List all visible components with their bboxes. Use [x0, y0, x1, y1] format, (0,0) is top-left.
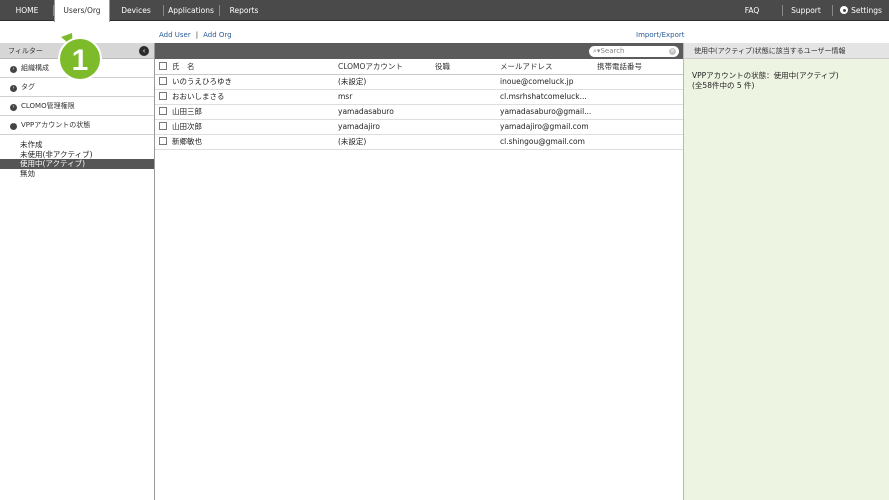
add-user-link[interactable]: Add User: [159, 31, 191, 39]
cell-name: 山田三郎: [172, 104, 338, 120]
cell-role: [435, 134, 500, 150]
cell-account: yamadasaburo: [338, 104, 435, 120]
row-checkbox[interactable]: [159, 92, 167, 100]
filter-option-disabled[interactable]: 無効: [0, 169, 154, 179]
cell-email: inoue@comeluck.jp: [500, 74, 597, 90]
nav-faq[interactable]: FAQ: [736, 0, 768, 21]
nav-applications[interactable]: Applications: [164, 0, 218, 21]
column-header-name[interactable]: 氏 名: [172, 59, 338, 75]
nav-settings[interactable]: Settings: [838, 0, 884, 21]
cell-phone: [597, 134, 683, 150]
cell-phone: [597, 74, 683, 90]
callout-number: 1: [72, 44, 89, 77]
select-all-checkbox[interactable]: [159, 61, 167, 70]
search-input[interactable]: ⌕▾Search ×: [589, 46, 679, 57]
cell-phone: [597, 89, 683, 105]
callout-pin-icon: 1: [58, 33, 102, 81]
filter-group-label: VPPアカウントの状態: [21, 121, 91, 129]
cell-role: [435, 104, 500, 120]
row-checkbox[interactable]: [159, 107, 167, 115]
nav-support[interactable]: Support: [785, 0, 827, 21]
search-placeholder: Search: [600, 47, 625, 55]
collapse-arrow-icon: ˇ: [10, 123, 17, 130]
step-callout-badge: 1: [53, 31, 103, 83]
cell-email: cl.shingou@gmail.com: [500, 134, 597, 150]
cell-account: (未設定): [338, 134, 435, 150]
nav-separator: [782, 5, 783, 16]
cell-account: (未設定): [338, 74, 435, 90]
table-row[interactable]: 山田次郎 yamadajiro yamadajiro@gmail.com: [155, 119, 683, 135]
nav-devices[interactable]: Devices: [112, 0, 160, 21]
expand-arrow-icon: ›: [10, 66, 17, 73]
filter-group-permission[interactable]: › CLOMO管理権限: [0, 97, 154, 116]
table-row[interactable]: いのうえひろゆき (未設定) inoue@comeluck.jp: [155, 74, 683, 90]
detail-panel-header: 使用中(アクティブ)状態に該当するユーザー情報: [684, 43, 889, 59]
nav-users-org[interactable]: Users/Org: [54, 0, 110, 22]
cell-account: yamadajiro: [338, 119, 435, 135]
row-checkbox[interactable]: [159, 77, 167, 85]
filter-sidebar: フィルター ‹ › 組織構成 › タグ › CLOMO管理権限 ˇ VPPアカウントの状…: [0, 43, 155, 500]
cell-name: いのうえひろゆき: [172, 74, 338, 90]
table-header-row: 氏 名 CLOMOアカウント 役職 メールアドレス 携帯電話番号: [155, 59, 683, 75]
row-checkbox[interactable]: [159, 122, 167, 130]
filter-option-not-created[interactable]: 未作成: [0, 140, 154, 150]
clear-search-icon[interactable]: ×: [669, 48, 676, 55]
cell-name: 山田次郎: [172, 119, 338, 135]
link-separator: |: [195, 31, 199, 39]
detail-panel-body: VPPアカウントの状態：使用中(アクティブ) (全58件中の 5 件): [684, 59, 889, 103]
filter-group-label: 組織構成: [21, 64, 49, 72]
expand-arrow-icon: ›: [10, 104, 17, 111]
vpp-status-summary: VPPアカウントの状態：使用中(アクティブ): [692, 71, 839, 80]
add-org-link[interactable]: Add Org: [203, 31, 232, 39]
cell-email: yamadajiro@gmail.com: [500, 119, 597, 135]
cell-role: [435, 89, 500, 105]
nav-settings-label: Settings: [851, 6, 882, 15]
cell-account: msr: [338, 89, 435, 105]
expand-arrow-icon: ›: [10, 85, 17, 92]
row-checkbox[interactable]: [159, 137, 167, 145]
nav-separator: [832, 5, 833, 16]
cell-phone: [597, 104, 683, 120]
filter-option-active[interactable]: 使用中(アクティブ): [0, 159, 154, 169]
cell-email: cl.msrhshatcomeluck...: [500, 89, 597, 105]
top-navigation-bar: HOME Users/Org Devices Applications Repo…: [0, 0, 889, 22]
cell-role: [435, 74, 500, 90]
table-row[interactable]: おおいしまさる msr cl.msrhshatcomeluck...: [155, 89, 683, 105]
column-header-phone[interactable]: 携帯電話番号: [597, 59, 683, 75]
detail-panel: 使用中(アクティブ)状態に該当するユーザー情報 VPPアカウントの状態：使用中(…: [683, 43, 889, 500]
import-export-link[interactable]: Import/Export: [636, 31, 685, 39]
cell-name: 新郷敏也: [172, 134, 338, 150]
vpp-status-options: 未作成 未使用(非アクティブ) 使用中(アクティブ) 無効: [0, 135, 154, 178]
nav-reports[interactable]: Reports: [220, 0, 268, 21]
gear-icon: [840, 6, 849, 14]
filter-group-vpp-status[interactable]: ˇ VPPアカウントの状態: [0, 116, 154, 135]
nav-home[interactable]: HOME: [6, 0, 48, 21]
cell-phone: [597, 119, 683, 135]
filter-group-label: CLOMO管理権限: [21, 102, 75, 110]
filter-group-label: タグ: [21, 83, 35, 91]
collapse-sidebar-icon[interactable]: ‹: [139, 46, 149, 56]
sub-actions: Add User | Add Org: [159, 31, 232, 39]
column-header-account[interactable]: CLOMOアカウント: [338, 59, 435, 75]
user-table: 氏 名 CLOMOアカウント 役職 メールアドレス 携帯電話番号 いのうえひろゆ…: [155, 59, 683, 150]
result-count: (全58件中の 5 件): [692, 81, 755, 90]
table-row[interactable]: 新郷敏也 (未設定) cl.shingou@gmail.com: [155, 134, 683, 150]
filter-title: フィルター: [8, 47, 43, 55]
cell-role: [435, 119, 500, 135]
search-bar: ⌕▾Search ×: [155, 43, 683, 59]
filter-option-inactive[interactable]: 未使用(非アクティブ): [0, 150, 154, 160]
table-row[interactable]: 山田三郎 yamadasaburo yamadasaburo@gmail...: [155, 104, 683, 120]
column-header-role[interactable]: 役職: [435, 59, 500, 75]
user-list-panel: ⌕▾Search × 氏 名 CLOMOアカウント 役職 メールアドレス 携帯電…: [155, 43, 683, 500]
cell-name: おおいしまさる: [172, 89, 338, 105]
column-header-email[interactable]: メールアドレス: [500, 59, 597, 75]
cell-email: yamadasaburo@gmail...: [500, 104, 597, 120]
